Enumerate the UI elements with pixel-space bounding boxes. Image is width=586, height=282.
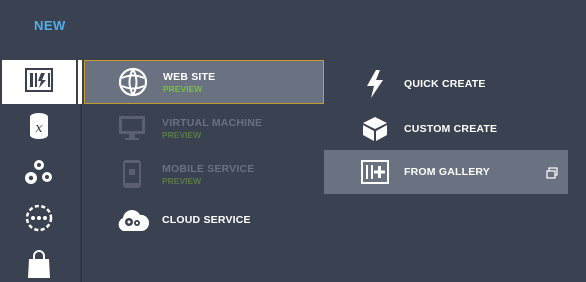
menu-item-label: WEB SITE (163, 70, 216, 83)
menu-item-cloud-service[interactable]: CLOUD SERVICE (84, 198, 324, 242)
service-menu: WEB SITE PREVIEW VIRTUAL MACHINE PREVIEW (82, 60, 324, 282)
menu-item-web-site[interactable]: WEB SITE PREVIEW (84, 60, 324, 104)
custom-create-option[interactable]: CUSTOM CREATE (324, 107, 568, 151)
category-rail: x (0, 60, 80, 282)
rail-item-data[interactable]: x (0, 106, 78, 150)
menu-item-label: CLOUD SERVICE (162, 214, 251, 226)
monitor-icon (112, 108, 152, 148)
menu-item-label: MOBILE SERVICE (162, 162, 255, 175)
network-services-icon (24, 203, 54, 238)
page-title: NEW (34, 18, 66, 33)
phone-icon (112, 154, 152, 194)
option-label: CUSTOM CREATE (404, 123, 498, 135)
lightning-icon (360, 69, 390, 99)
rail-item-network[interactable] (0, 198, 78, 242)
preview-badge: PREVIEW (163, 83, 203, 94)
menu-item-label: VIRTUAL MACHINE (162, 116, 263, 129)
from-gallery-option[interactable]: FROM GALLERY (324, 150, 568, 194)
svg-text:x: x (35, 121, 43, 136)
app-services-icon (24, 159, 54, 190)
option-label: QUICK CREATE (404, 78, 486, 90)
preview-badge: PREVIEW (162, 175, 202, 186)
rail-item-compute[interactable] (2, 60, 76, 104)
cloud-gear-icon (112, 200, 152, 240)
popout-icon[interactable] (546, 166, 558, 179)
box-icon (360, 114, 390, 144)
rail-item-store[interactable] (0, 244, 78, 282)
rail-item-app-services[interactable] (0, 152, 78, 196)
globe-icon (113, 62, 153, 102)
gallery-plus-icon (360, 157, 390, 187)
menu-item-mobile-service[interactable]: MOBILE SERVICE PREVIEW (84, 152, 324, 196)
create-options-panel: QUICK CREATE CUSTOM CREATE FROM GALLERY (324, 60, 586, 282)
preview-badge: PREVIEW (162, 129, 202, 140)
data-services-icon: x (28, 112, 50, 145)
quick-create-option[interactable]: QUICK CREATE (324, 62, 568, 106)
compute-icon (25, 67, 53, 97)
store-icon (26, 249, 52, 282)
menu-item-virtual-machine[interactable]: VIRTUAL MACHINE PREVIEW (84, 106, 324, 150)
option-label: FROM GALLERY (404, 166, 491, 178)
